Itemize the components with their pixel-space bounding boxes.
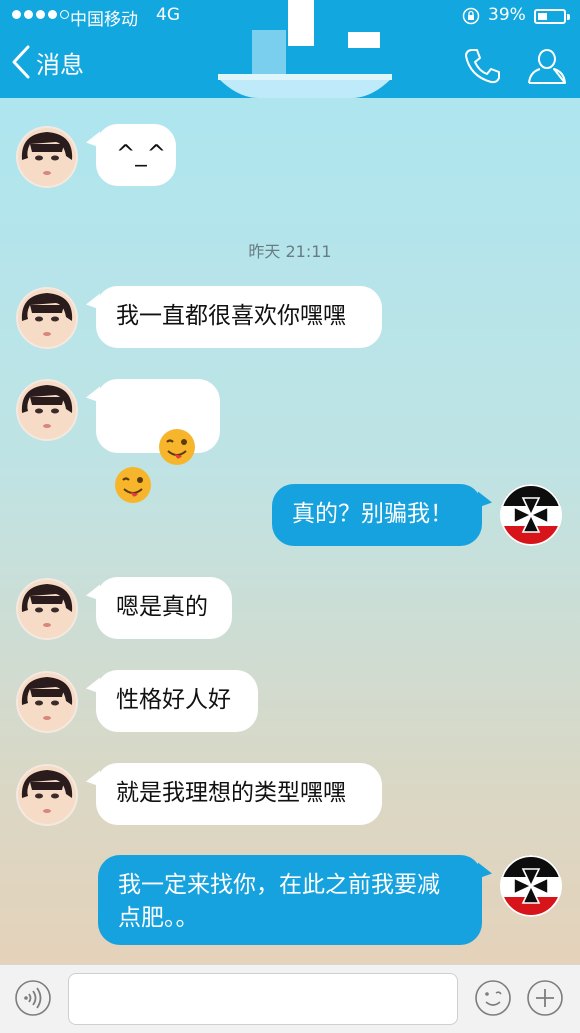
female-portrait-icon bbox=[16, 379, 78, 441]
phone-call-icon[interactable] bbox=[462, 46, 502, 86]
redacted-title-mask bbox=[218, 0, 392, 98]
back-button[interactable]: 消息 bbox=[10, 44, 84, 80]
wink-tongue-emoji bbox=[115, 467, 151, 503]
back-label: 消息 bbox=[36, 50, 84, 79]
message-input[interactable] bbox=[68, 973, 458, 1025]
contact-avatar[interactable] bbox=[16, 287, 78, 349]
contact-avatar[interactable] bbox=[16, 126, 78, 188]
contact-avatar[interactable] bbox=[16, 578, 78, 640]
chat-area[interactable]: ^_^ 昨天 21:11 我一直都很喜欢你嘿嘿 真的？别骗我！ 嗯是真的 性格好… bbox=[0, 98, 580, 964]
female-portrait-icon bbox=[16, 578, 78, 640]
signal-strength-icon bbox=[12, 10, 69, 19]
incoming-emoji-message[interactable] bbox=[96, 379, 220, 503]
female-portrait-icon bbox=[16, 671, 78, 733]
incoming-message[interactable]: 我一直都很喜欢你嘿嘿 bbox=[96, 286, 382, 348]
female-portrait-icon bbox=[16, 126, 78, 188]
incoming-message[interactable]: 嗯是真的 bbox=[96, 577, 232, 639]
battery-icon bbox=[534, 9, 570, 24]
rotation-lock-icon bbox=[462, 7, 480, 25]
input-bar bbox=[0, 964, 580, 1033]
carrier-name: 中国移动 bbox=[70, 10, 138, 30]
contact-avatar[interactable] bbox=[16, 379, 78, 441]
emoji-picker-icon[interactable] bbox=[474, 979, 512, 1017]
message-timestamp: 昨天 21:11 bbox=[248, 242, 332, 261]
incoming-message[interactable]: ^_^ bbox=[96, 124, 176, 186]
battery-percentage: 39% bbox=[488, 5, 526, 25]
my-avatar[interactable] bbox=[500, 484, 562, 546]
chevron-left-icon bbox=[12, 45, 30, 79]
contact-profile-icon[interactable] bbox=[526, 46, 568, 86]
top-bar: 中国移动 4G 39% 消息 bbox=[0, 0, 580, 98]
add-more-icon[interactable] bbox=[526, 979, 564, 1017]
voice-input-icon[interactable] bbox=[14, 979, 52, 1017]
network-type: 4G bbox=[156, 5, 180, 25]
incoming-message[interactable]: 性格好人好 bbox=[96, 670, 258, 732]
outgoing-message[interactable]: 真的？别骗我！ bbox=[272, 484, 482, 546]
my-avatar[interactable] bbox=[500, 855, 562, 917]
contact-avatar[interactable] bbox=[16, 764, 78, 826]
wink-tongue-emoji bbox=[158, 429, 195, 465]
iron-cross-icon bbox=[500, 484, 562, 546]
female-portrait-icon bbox=[16, 287, 78, 349]
female-portrait-icon bbox=[16, 764, 78, 826]
incoming-message[interactable]: 就是我理想的类型嘿嘿 bbox=[96, 763, 382, 825]
iron-cross-icon bbox=[500, 855, 562, 917]
contact-avatar[interactable] bbox=[16, 671, 78, 733]
outgoing-message[interactable]: 我一定来找你，在此之前我要减点肥。。 bbox=[98, 855, 482, 945]
